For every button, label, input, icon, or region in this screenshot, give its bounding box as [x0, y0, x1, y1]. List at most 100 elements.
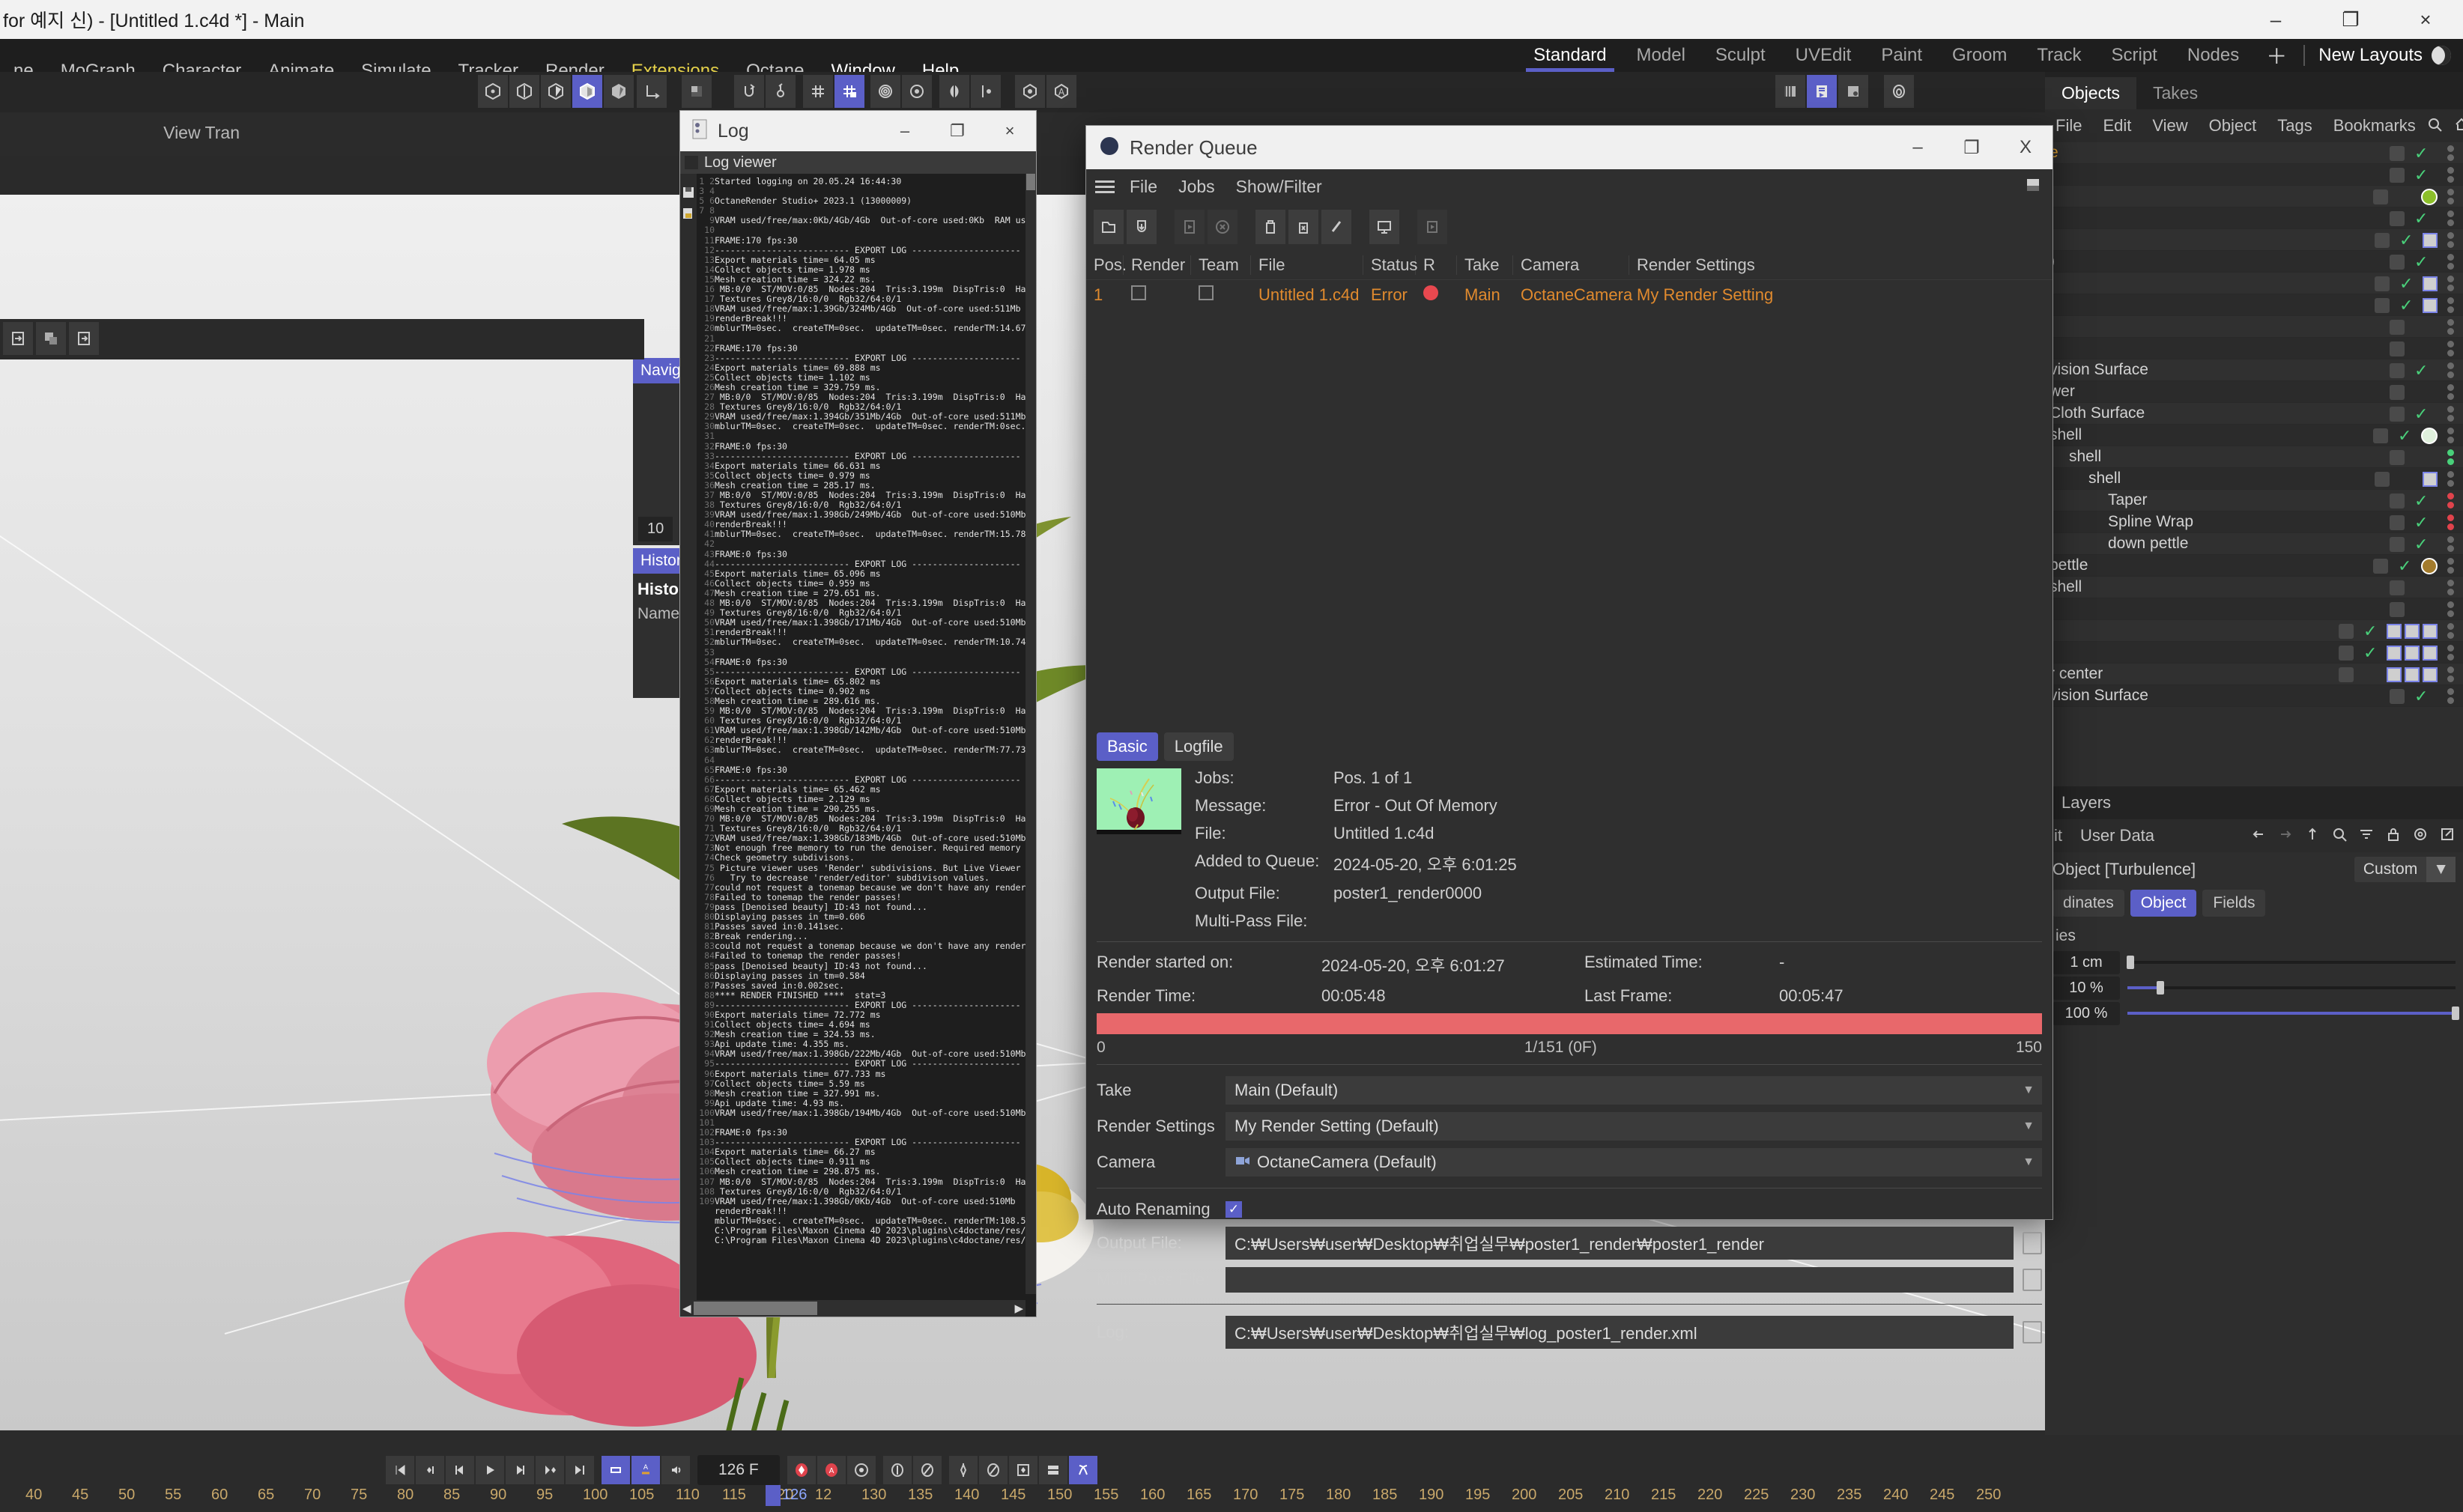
popout-icon[interactable] — [2439, 826, 2456, 846]
edit-mode-icon[interactable] — [2375, 297, 2390, 313]
tag-icon[interactable] — [2423, 297, 2438, 313]
chevron-down-icon[interactable]: ▼ — [2023, 1120, 2035, 1133]
render-queue-window[interactable]: Render Queue – ❐ X File Jobs Show/Filter — [1086, 126, 2052, 1349]
tangent-icon[interactable] — [1068, 1456, 1097, 1484]
preset-select[interactable]: Custom ▼ — [2354, 857, 2456, 882]
auto-renaming-checkbox[interactable]: ✓ — [1226, 1201, 1242, 1218]
rq-menu-show-filter[interactable]: Show/Filter — [1226, 177, 1333, 197]
visibility-dots[interactable] — [2447, 558, 2454, 574]
log-file-input[interactable]: C:₩Users₩user₩Desktop₩취업실무₩log_poster1_r… — [1226, 1316, 2014, 1349]
edit-job-icon[interactable] — [1321, 210, 1351, 244]
enable-checkmark-icon[interactable]: ✓ — [2414, 404, 2432, 424]
edit-mode-icon[interactable] — [2390, 319, 2405, 335]
object-row[interactable]: )✓ — [2045, 251, 2463, 273]
edit-mode-icon[interactable] — [2375, 232, 2390, 248]
property-slider[interactable] — [2127, 980, 2456, 996]
property-value[interactable]: 10 % — [2052, 976, 2120, 1000]
timeline-playhead[interactable] — [766, 1485, 781, 1506]
tag-icon[interactable] — [2423, 667, 2438, 682]
symmetry-settings-icon[interactable] — [971, 75, 1001, 108]
render-queue-rows[interactable]: 1 Untitled 1.c4d Error Main OctaneCamera My R… — [1086, 280, 2052, 752]
record-key-icon[interactable] — [787, 1456, 816, 1484]
edit-mode-icon[interactable] — [2339, 645, 2354, 661]
object-row[interactable] — [2045, 598, 2463, 620]
autokey-icon[interactable]: A — [631, 1456, 660, 1484]
enable-checkmark-icon[interactable]: ✓ — [2414, 166, 2432, 185]
layout-tab-uvedit[interactable]: UVEdit — [1781, 39, 1867, 72]
edit-mode-icon[interactable] — [2390, 362, 2405, 378]
edit-mode-icon[interactable] — [2390, 514, 2405, 530]
output-file-browse-icon[interactable] — [2023, 1232, 2042, 1254]
object-row[interactable]: Cloth Surface ✓ — [2045, 403, 2463, 425]
object-row[interactable]: shell — [2045, 468, 2463, 490]
obj-menu-bookmarks[interactable]: Bookmarks — [2323, 116, 2426, 136]
visibility-dots[interactable] — [2447, 645, 2454, 661]
object-row[interactable]: ✓ — [2045, 620, 2463, 642]
layout-tab-track[interactable]: Track — [2022, 39, 2096, 72]
rq-menu-jobs[interactable]: Jobs — [1168, 177, 1226, 197]
object-row[interactable]: vision Surface ✓ — [2045, 359, 2463, 381]
edit-mode-icon[interactable] — [2339, 667, 2354, 682]
edit-mode-icon[interactable] — [2390, 254, 2405, 270]
theme-toggle-icon[interactable] — [2432, 46, 2451, 65]
take-select[interactable]: Main (Default) ▼ — [1226, 1076, 2042, 1105]
visibility-dots[interactable] — [2447, 297, 2454, 313]
visibility-dots[interactable] — [2447, 406, 2454, 422]
save-log-icon[interactable] — [682, 186, 695, 199]
model-mode-icon[interactable] — [572, 75, 602, 108]
polygon-mode-icon[interactable] — [541, 75, 571, 108]
obj-menu-object[interactable]: Object — [2199, 116, 2267, 136]
layout-tab-script[interactable]: Script — [2097, 39, 2172, 72]
column-header-render-settings[interactable]: Render Settings — [1629, 255, 1779, 275]
navigator-value[interactable]: 10 — [638, 517, 673, 541]
visibility-dots[interactable] — [2447, 623, 2454, 639]
enable-checkmark-icon[interactable]: ✓ — [2398, 426, 2416, 446]
play-preview-icon[interactable] — [1417, 210, 1447, 244]
rq-menu-file[interactable]: File — [1119, 177, 1168, 197]
object-tags[interactable] — [2421, 188, 2438, 205]
edit-mode-icon[interactable] — [2373, 558, 2388, 574]
column-header-take[interactable]: Take — [1457, 255, 1513, 275]
log-window[interactable]: Log – ❐ × Log viewer 1 2 3 4 5 6 7 8 9 1… — [680, 111, 1036, 1317]
octane-render-icon[interactable] — [1015, 75, 1045, 108]
object-manager-list[interactable]: e✓✓✓✓)✓✓✓vision Surface✓werCloth Surface… — [2045, 142, 2463, 786]
visibility-dots[interactable] — [2447, 601, 2454, 617]
edit-mode-icon[interactable] — [2390, 384, 2405, 400]
tab-logfile[interactable]: Logfile — [1163, 732, 1234, 761]
object-row[interactable]: ✓ — [2045, 207, 2463, 229]
object-row[interactable]: wer — [2045, 381, 2463, 403]
render-queue-icon[interactable] — [1807, 75, 1837, 108]
enable-checkmark-icon[interactable]: ✓ — [2414, 491, 2432, 511]
enable-checkmark-icon[interactable]: ✓ — [2414, 144, 2432, 163]
attr-menu-user-data[interactable]: User Data — [2071, 826, 2163, 845]
edit-mode-icon[interactable] — [2375, 276, 2390, 291]
render-job-row[interactable]: 1 Untitled 1.c4d Error Main OctaneCamera My R… — [1086, 280, 2052, 310]
column-header-team[interactable]: Team — [1191, 255, 1251, 275]
next-key-button[interactable] — [536, 1456, 564, 1484]
go-to-end-button[interactable] — [566, 1456, 594, 1484]
layout-tab-groom[interactable]: Groom — [1937, 39, 2022, 72]
search-icon[interactable] — [2331, 826, 2348, 846]
visibility-dots[interactable] — [2447, 384, 2454, 400]
hamburger-icon[interactable] — [1095, 180, 1115, 193]
rq-minimize-button[interactable]: – — [1891, 126, 1945, 169]
property-slider[interactable] — [2127, 954, 2456, 971]
object-tags[interactable] — [2423, 276, 2438, 291]
play-button[interactable] — [476, 1456, 504, 1484]
visibility-dots[interactable] — [2447, 667, 2454, 682]
autokey-record-icon[interactable]: A — [817, 1456, 846, 1484]
sound-icon[interactable] — [661, 1456, 690, 1484]
rings-icon[interactable] — [870, 75, 900, 108]
edit-mode-icon[interactable] — [2339, 623, 2354, 639]
edit-mode-icon[interactable] — [2390, 341, 2405, 356]
tag-icon[interactable] — [2405, 623, 2420, 639]
column-header-render[interactable]: Render — [1124, 255, 1191, 275]
enable-checkmark-icon[interactable]: ✓ — [2399, 274, 2417, 294]
forward-arrow-icon[interactable] — [2277, 826, 2294, 846]
exchange-icon[interactable] — [3, 322, 33, 355]
object-tags[interactable] — [2423, 471, 2438, 487]
layout-tab-model[interactable]: Model — [1622, 39, 1700, 72]
window-close-button[interactable]: × — [2388, 0, 2463, 39]
visibility-dots[interactable] — [2447, 145, 2454, 161]
object-tags[interactable] — [2423, 232, 2438, 248]
